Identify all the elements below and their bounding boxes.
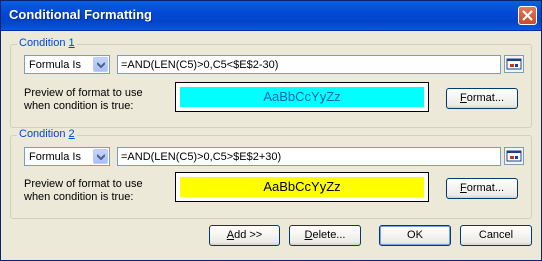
condition-1-legend: Condition 1 [17,37,77,49]
close-button[interactable] [518,6,537,25]
condition-2-format-button[interactable]: Format... [446,178,518,199]
window-title: Conditional Formatting [9,7,152,22]
condition-1-collapse-button[interactable] [504,55,524,73]
condition-2-formula-text: =AND(LEN(C5)>0,C5>$E$2+30) [121,151,282,163]
condition-2-preview-box: AaBbCcYyZz [175,172,429,202]
title-bar[interactable]: Conditional Formatting [1,1,541,31]
add-button[interactable]: Add >> [209,225,280,246]
condition-1-group: Condition 1 Formula Is =AND(LEN(C5)>0,C5… [10,37,532,128]
condition-1-type-select[interactable]: Formula Is [24,55,110,74]
ok-button[interactable]: OK [379,225,451,246]
condition-1-preview-sample: AaBbCcYyZz [180,87,424,107]
condition-2-group: Condition 2 Formula Is =AND(LEN(C5)>0,C5… [10,128,532,219]
condition-1-formula-text: =AND(LEN(C5)>0,C5<$E$2-30) [121,59,279,71]
condition-1-formula-input[interactable]: =AND(LEN(C5)>0,C5<$E$2-30) [117,55,501,74]
condition-1-preview-label: Preview of format to use when condition … [24,87,143,112]
condition-1-type-value: Formula Is [29,59,81,71]
condition-1-format-button[interactable]: Format... [446,88,518,109]
condition-2-preview-label: Preview of format to use when condition … [24,178,143,203]
condition-1-preview-box: AaBbCcYyZz [175,82,429,112]
condition-2-legend: Condition 2 [17,128,77,140]
condition-2-dropdown-button[interactable] [93,149,108,164]
condition-2-collapse-button[interactable] [504,147,524,165]
condition-2-formula-input[interactable]: =AND(LEN(C5)>0,C5>$E$2+30) [117,147,501,166]
delete-button[interactable]: Delete... [289,225,361,246]
condition-2-type-select[interactable]: Formula Is [24,147,110,166]
condition-1-dropdown-button[interactable] [93,57,108,72]
cancel-button[interactable]: Cancel [460,225,532,246]
conditional-formatting-dialog: Conditional Formatting Condition 1 Formu… [0,0,542,261]
condition-2-preview-sample: AaBbCcYyZz [180,177,424,197]
condition-2-type-value: Formula Is [29,151,81,163]
